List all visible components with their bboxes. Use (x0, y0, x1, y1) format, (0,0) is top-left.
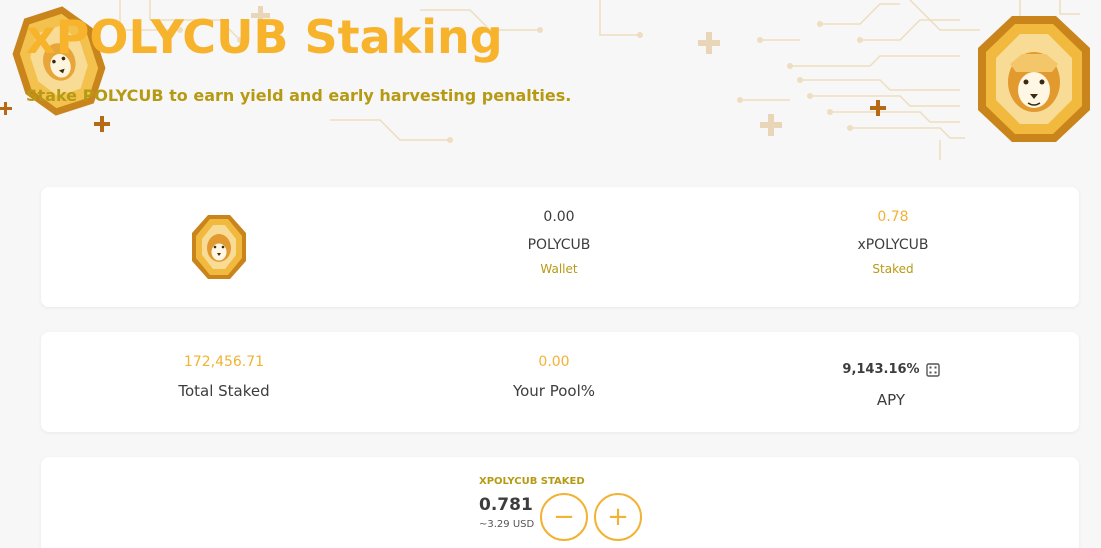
unstake-button[interactable]: − (540, 493, 588, 541)
staked-heading: XPOLYCUB STAKED (479, 476, 585, 487)
total-staked-label: Total Staked (178, 382, 270, 400)
staked-control-amount: 0.781 (479, 495, 533, 515)
apy-label: APY (876, 391, 906, 409)
balances-card: 0.00 POLYCUB Wallet 0.78 xPOLYCUB Staked (41, 187, 1079, 307)
calculator-icon[interactable] (925, 362, 940, 377)
your-pool-label: Your Pool% (512, 382, 596, 400)
staked-amount: 0.78 (877, 209, 909, 225)
wallet-token: POLYCUB (527, 237, 591, 253)
apy-stat: 9,143.16% APY (791, 358, 991, 409)
staked-usd-value: ~3.29 USD (479, 519, 535, 530)
your-pool-stat: 0.00 Your Pool% (454, 354, 654, 400)
wallet-balance: 0.00 POLYCUB Wallet (459, 209, 659, 276)
apy-value: 9,143.16% (842, 362, 920, 377)
apy-row: 9,143.16% (842, 362, 940, 377)
stats-card: 172,456.71 Total Staked 0.00 Your Pool% … (41, 332, 1079, 432)
staked-control-card: XPOLYCUB STAKED 0.781 ~3.29 USD − + (41, 457, 1079, 548)
staked-balance: 0.78 xPOLYCUB Staked (793, 209, 993, 276)
your-pool-value: 0.00 (538, 354, 570, 370)
wallet-label: Wallet (540, 262, 578, 276)
page-title: xPOLYCUB Staking (26, 10, 503, 64)
lion-coin-icon (192, 215, 246, 279)
total-staked-stat: 172,456.71 Total Staked (124, 354, 324, 400)
staked-label: Staked (872, 262, 914, 276)
total-staked-value: 172,456.71 (183, 354, 265, 370)
page-header: xPOLYCUB Staking Stake POLYCUB to earn y… (0, 0, 1101, 160)
stake-button[interactable]: + (594, 493, 642, 541)
lion-coin-icon (978, 16, 1090, 142)
page-subtitle: Stake POLYCUB to earn yield and early ha… (26, 86, 572, 105)
wallet-amount: 0.00 (543, 209, 575, 225)
staked-token: xPOLYCUB (857, 237, 929, 253)
